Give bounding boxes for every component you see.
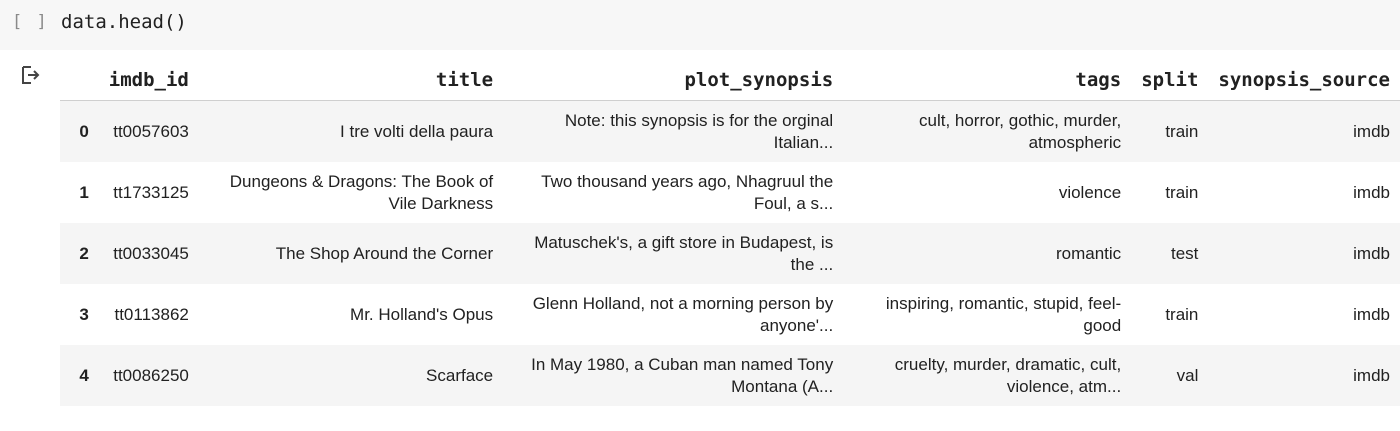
dataframe-table: imdb_id title plot_synopsis tags split s…	[60, 60, 1400, 406]
code-editor-text[interactable]: data.head()	[61, 11, 187, 33]
cell-synopsis-source: imdb	[1353, 121, 1390, 141]
row-index: 2	[79, 243, 89, 263]
cell-title: I tre volti della paura	[340, 121, 494, 141]
cell-plot-synopsis: Glenn Holland, not a morning person by a…	[532, 293, 834, 335]
cell-synopsis-source: imdb	[1353, 304, 1390, 324]
code-cell[interactable]: [ ] data.head()	[0, 0, 1400, 50]
cell-plot-synopsis: Note: this synopsis is for the orginal I…	[564, 110, 834, 152]
cell-title: Dungeons & Dragons: The Book of Vile Dar…	[229, 171, 494, 213]
output-arrow-icon[interactable]	[19, 63, 43, 87]
cell-split: train	[1165, 121, 1199, 141]
row-index: 4	[79, 365, 89, 385]
cell-imdb-id: tt0113862	[114, 304, 189, 324]
table-row: 0 tt0057603 I tre volti della paura Note…	[60, 100, 1400, 162]
row-index: 0	[79, 121, 89, 141]
cell-title: Scarface	[426, 365, 494, 385]
row-index: 3	[79, 304, 89, 324]
column-header-tags: tags	[843, 60, 1132, 101]
run-cell-button[interactable]: [ ]	[12, 12, 49, 32]
cell-split: train	[1165, 182, 1199, 202]
row-index: 1	[79, 182, 89, 202]
cell-tags: violence	[1058, 182, 1122, 202]
cell-synopsis-source: imdb	[1353, 365, 1390, 385]
column-header-synopsis-source: synopsis_source	[1208, 60, 1400, 101]
cell-plot-synopsis: In May 1980, a Cuban man named Tony Mont…	[531, 354, 834, 396]
cell-split: train	[1165, 304, 1199, 324]
cell-tags: inspiring, romantic, stupid, feel-good	[885, 293, 1122, 335]
cell-plot-synopsis: Matuschek's, a gift store in Budapest, i…	[534, 232, 834, 274]
cell-synopsis-source: imdb	[1353, 243, 1390, 263]
cell-imdb-id: tt0057603	[113, 121, 189, 141]
table-row: 1 tt1733125 Dungeons & Dragons: The Book…	[60, 162, 1400, 223]
column-header-split: split	[1131, 60, 1209, 101]
cell-tags: cult, horror, gothic, murder, atmospheri…	[918, 110, 1122, 152]
table-row: 2 tt0033045 The Shop Around the Corner M…	[60, 223, 1400, 284]
column-header-index	[60, 60, 99, 101]
table-row: 3 tt0113862 Mr. Holland's Opus Glenn Hol…	[60, 284, 1400, 345]
cell-imdb-id: tt0086250	[113, 365, 189, 385]
table-header-row: imdb_id title plot_synopsis tags split s…	[60, 60, 1400, 101]
cell-split: test	[1170, 243, 1199, 263]
cell-tags: romantic	[1056, 243, 1122, 263]
cell-synopsis-source: imdb	[1353, 182, 1390, 202]
table-row: 4 tt0086250 Scarface In May 1980, a Cuba…	[60, 345, 1400, 406]
cell-split: val	[1176, 365, 1199, 385]
cell-title: The Shop Around the Corner	[275, 243, 494, 263]
cell-imdb-id: tt0033045	[113, 243, 189, 263]
column-header-title: title	[198, 60, 504, 101]
column-header-imdb-id: imdb_id	[98, 60, 199, 101]
column-header-plot-synopsis: plot_synopsis	[503, 60, 844, 101]
cell-tags: cruelty, murder, dramatic, cult, violenc…	[894, 354, 1122, 396]
cell-title: Mr. Holland's Opus	[350, 304, 494, 324]
cell-plot-synopsis: Two thousand years ago, Nhagruul the Fou…	[541, 171, 834, 213]
cell-imdb-id: tt1733125	[113, 182, 189, 202]
